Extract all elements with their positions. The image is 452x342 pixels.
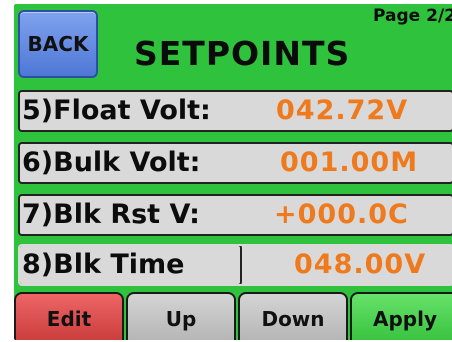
apply-button-label: Apply — [372, 307, 437, 331]
down-button-label: Down — [261, 307, 325, 331]
setpoint-value: 048.00V — [294, 249, 427, 280]
setpoint-value: +000.0C — [274, 199, 409, 230]
setpoint-label: 8)Blk Time — [22, 249, 185, 280]
down-button[interactable]: Down — [238, 292, 348, 340]
edit-button[interactable]: Edit — [14, 292, 124, 340]
up-button[interactable]: Up — [126, 292, 236, 340]
up-button-label: Up — [165, 307, 197, 331]
setpoint-label: 7)Blk Rst V: — [22, 199, 200, 230]
setpoint-row-float-volt[interactable]: 5)Float Volt: 042.72V — [18, 90, 452, 132]
setpoint-label: 6)Bulk Volt: — [22, 147, 201, 178]
setpoint-value: 042.72V — [276, 95, 409, 126]
page-indicator: Page 2/2 — [373, 6, 452, 26]
setpoint-row-bulk-volt[interactable]: 6)Bulk Volt: 001.00M — [18, 142, 452, 184]
back-button[interactable]: BACK — [18, 10, 98, 78]
setpoint-value: 001.00M — [280, 147, 419, 178]
setpoint-row-blk-rst-v[interactable]: 7)Blk Rst V: +000.0C — [18, 194, 452, 236]
setpoint-row-blk-time[interactable]: 8)Blk Time 048.00V — [18, 244, 452, 286]
setpoints-screen: BACK SETPOINTS Page 2/2 5)Float Volt: 04… — [14, 4, 452, 340]
apply-button[interactable]: Apply — [350, 292, 452, 340]
setpoint-label: 5)Float Volt: — [22, 95, 211, 126]
page-title: SETPOINTS — [134, 34, 351, 73]
edit-button-label: Edit — [46, 307, 92, 331]
back-button-label: BACK — [27, 32, 89, 56]
